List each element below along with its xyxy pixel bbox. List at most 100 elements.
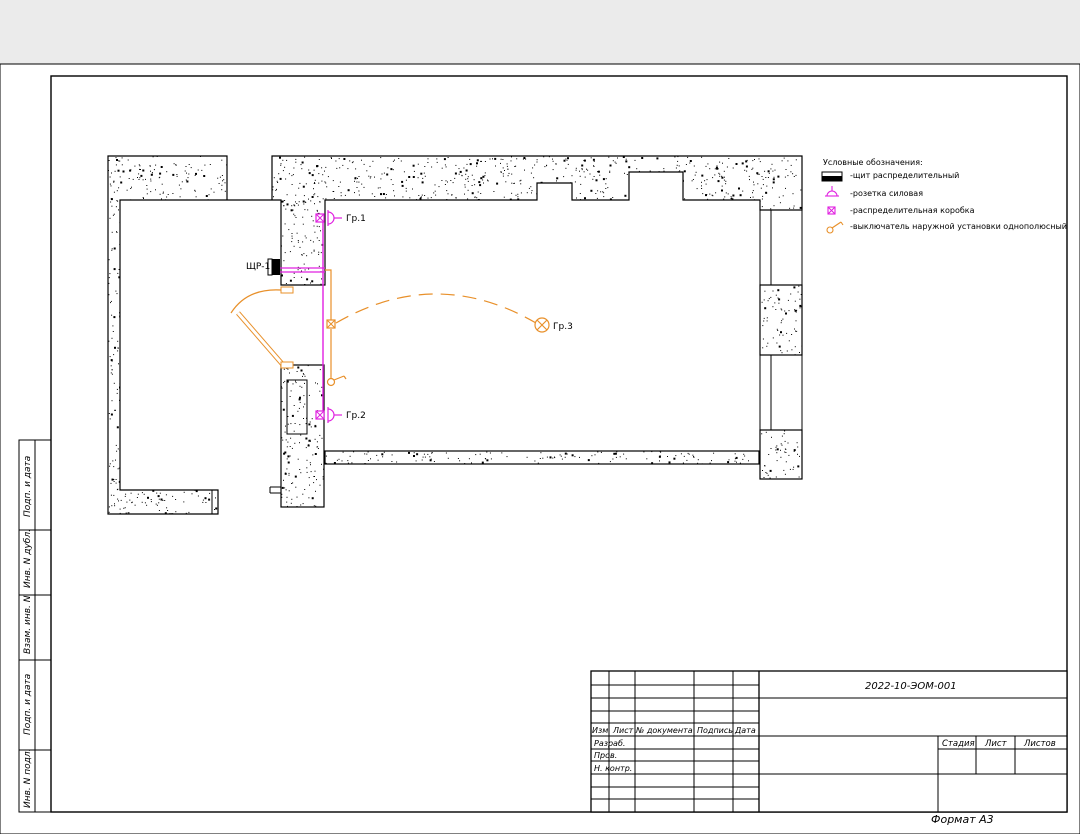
concrete-speck [789,207,791,209]
concrete-speck [139,177,141,179]
concrete-speck [142,169,145,172]
concrete-speck [376,454,378,456]
concrete-speck [281,496,283,498]
concrete-speck [352,161,354,163]
concrete-speck [728,459,730,461]
concrete-speck [205,502,207,503]
concrete-speck [683,455,685,457]
concrete-speck [721,176,724,179]
concrete-speck [587,459,590,462]
concrete-speck [417,163,419,165]
concrete-speck [421,196,422,198]
concrete-speck [743,453,745,455]
concrete-speck [475,454,477,456]
concrete-speck [296,203,298,204]
concrete-speck [152,489,155,492]
concrete-speck [333,198,335,199]
concrete-speck [791,349,793,351]
concrete-speck [314,179,316,181]
concrete-speck [605,183,607,185]
concrete-speck [311,280,314,283]
concrete-speck [548,156,550,158]
concrete-speck [111,249,113,251]
concrete-speck [795,174,797,176]
concrete-speck [314,231,316,233]
concrete-speck [614,161,616,163]
concrete-speck [447,193,449,195]
concrete-speck [286,501,288,503]
concrete-speck [412,176,415,178]
concrete-speck [467,176,469,178]
concrete-speck [770,208,772,210]
concrete-speck [510,160,512,162]
concrete-speck [701,181,702,183]
concrete-speck [115,206,117,208]
concrete-speck [381,173,383,175]
concrete-speck [308,440,310,442]
concrete-speck [705,165,707,167]
concrete-speck [772,181,775,184]
concrete-speck [117,340,119,342]
concrete-speck [709,462,711,464]
concrete-speck [493,191,495,192]
concrete-speck [150,501,152,503]
concrete-speck [445,452,447,454]
concrete-speck [780,322,782,324]
concrete-speck [370,458,371,460]
concrete-speck [109,176,111,178]
concrete-speck [124,507,126,509]
concrete-speck [349,455,351,457]
concrete-speck [416,453,419,456]
concrete-speck [111,172,112,174]
concrete-speck [459,170,462,173]
concrete-speck [773,205,775,207]
concrete-speck [313,194,315,196]
concrete-speck [778,345,781,348]
concrete-speck [112,460,114,462]
concrete-speck [146,188,148,190]
concrete-speck [799,206,802,209]
concrete-speck [297,410,299,412]
concrete-speck [293,405,295,406]
concrete-speck [587,169,589,171]
concrete-speck [282,200,284,202]
concrete-speck [279,177,282,180]
concrete-speck [701,188,703,189]
concrete-speck [326,186,328,188]
concrete-speck [319,201,321,203]
concrete-speck [289,455,291,457]
concrete-speck [158,498,160,500]
concrete-speck [624,194,627,197]
concrete-speck [109,418,111,420]
concrete-speck [221,189,223,191]
concrete-speck [738,187,740,190]
concrete-speck [767,300,769,302]
concrete-speck [323,468,324,470]
concrete-speck [304,375,306,377]
concrete-speck [190,167,192,169]
concrete-speck [612,197,614,198]
concrete-speck [492,158,493,160]
concrete-speck [790,164,792,166]
concrete-speck [745,160,748,163]
concrete-speck [306,467,308,469]
concrete-speck [349,160,351,162]
concrete-speck [310,239,312,241]
concrete-speck [597,451,599,453]
concrete-speck [336,459,338,461]
concrete-speck [408,176,411,178]
concrete-speck [188,164,190,165]
concrete-speck [485,458,487,460]
concrete-speck [312,454,314,456]
concrete-speck [641,157,644,159]
concrete-speck [799,455,800,457]
concrete-speck [790,293,792,295]
concrete-speck [759,161,761,163]
sheet-header: Лист [984,739,1008,749]
concrete-speck [682,462,684,464]
concrete-speck [680,453,682,455]
concrete-speck [511,192,513,194]
concrete-speck [288,173,290,175]
concrete-speck [295,161,297,163]
concrete-speck [750,197,751,198]
